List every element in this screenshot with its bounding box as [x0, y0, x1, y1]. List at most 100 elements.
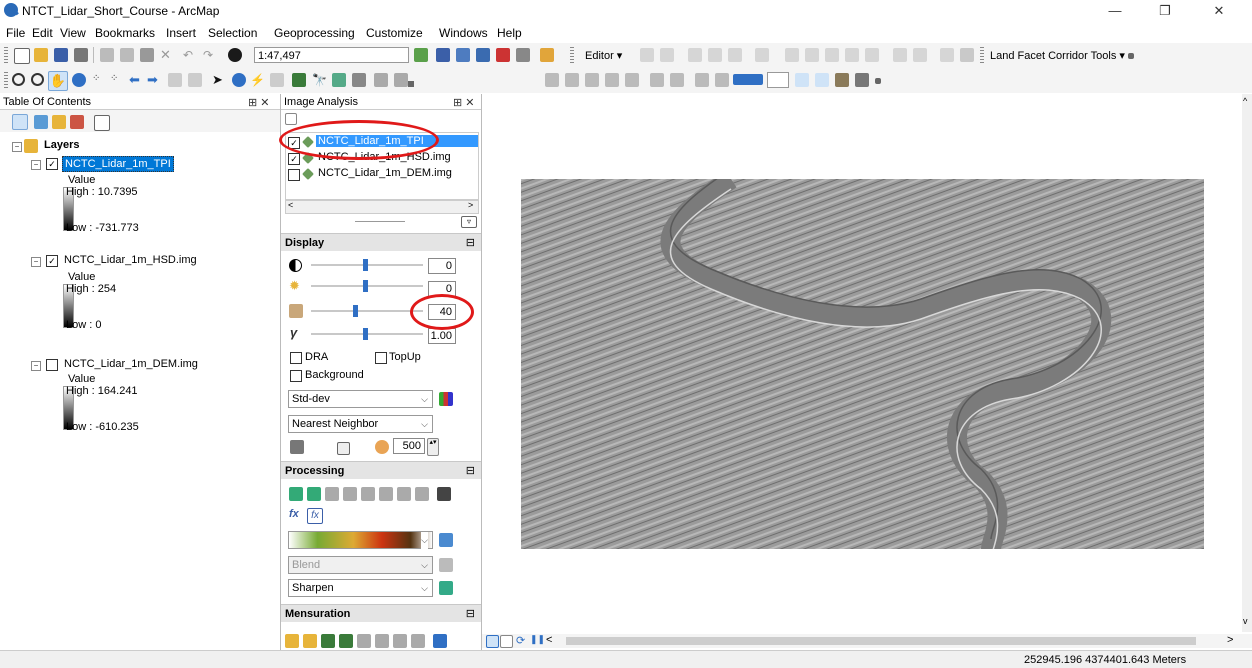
layout-view-icon[interactable] — [500, 635, 513, 648]
full-extent-icon[interactable] — [72, 73, 86, 87]
go-to-xy-icon[interactable] — [352, 73, 366, 87]
editor-menu[interactable]: Editor ▾ — [585, 49, 622, 62]
georef-tool-1-icon[interactable] — [545, 73, 559, 87]
edit-tool-icon[interactable] — [640, 48, 654, 62]
image-layer-3-name[interactable]: NCTC_Lidar_1m_DEM.img — [318, 167, 452, 179]
toolbar-grip[interactable] — [980, 47, 984, 63]
list-by-visibility-icon[interactable] — [52, 115, 66, 129]
clip-icon[interactable] — [289, 487, 303, 501]
select-by-graphics-icon[interactable] — [168, 73, 182, 87]
map-view[interactable] — [482, 94, 1242, 635]
end-point-arc-icon[interactable] — [708, 48, 722, 62]
scroll-left-icon[interactable]: < — [546, 634, 552, 646]
georef-tool-3-icon[interactable] — [585, 73, 599, 87]
map-scale-box[interactable]: 1:47,497 — [254, 47, 409, 63]
georef-tool-5-icon[interactable] — [625, 73, 639, 87]
toolbar-options-icon[interactable] — [408, 81, 414, 87]
image-analysis-pin-close-icon[interactable]: ⊞ ✕ — [453, 95, 475, 111]
pan-icon[interactable]: ✋ — [48, 71, 68, 91]
edit-annotation-icon[interactable] — [660, 48, 674, 62]
layout-tool-2-icon[interactable] — [815, 73, 829, 87]
height-tool-icon[interactable] — [285, 634, 299, 648]
layer-1-collapse-icon[interactable]: − — [31, 160, 41, 170]
georef-tool-8-icon[interactable] — [695, 73, 709, 87]
blend-dropdown[interactable]: Blend ⌵ — [288, 556, 433, 574]
collapse-sections-icon[interactable]: ▿ — [461, 216, 477, 228]
transparency-slider-track[interactable] — [311, 310, 423, 312]
pause-drawing-icon[interactable]: ❚❚ — [530, 634, 545, 648]
toolbar-options-icon[interactable] — [875, 78, 881, 84]
dra-checkbox[interactable] — [290, 352, 302, 364]
layout-tool-3-icon[interactable] — [835, 73, 849, 87]
editor-options-icon[interactable] — [960, 48, 974, 62]
copy-icon[interactable] — [120, 48, 134, 62]
magnifier-icon[interactable] — [375, 440, 389, 454]
rotate-tool-icon[interactable] — [865, 48, 879, 62]
histogram-icon[interactable] — [439, 392, 453, 406]
display-collapse-icon[interactable]: ⊟ — [466, 234, 475, 252]
color-swatch-icon[interactable] — [733, 74, 763, 85]
scroll-up-icon[interactable]: ^ — [1243, 96, 1247, 106]
magnifier-value[interactable]: 500 — [393, 438, 425, 454]
resampling-dropdown[interactable]: Nearest Neighbor ⌵ — [288, 415, 433, 433]
menu-geoprocessing[interactable]: Geoprocessing — [274, 26, 355, 40]
scroll-right-icon[interactable]: > — [1227, 634, 1233, 646]
zoom-to-resolution-icon[interactable] — [337, 442, 350, 455]
cut-icon[interactable] — [100, 48, 114, 62]
aspect-icon[interactable] — [415, 487, 429, 501]
scroll-left-icon[interactable]: < — [288, 200, 293, 210]
image-layer-3-checkbox[interactable] — [288, 169, 300, 181]
search-window-icon[interactable] — [476, 48, 490, 62]
layer-3-name[interactable]: NCTC_Lidar_1m_DEM.img — [64, 358, 198, 370]
menu-insert[interactable]: Insert — [166, 26, 196, 40]
sketch-properties-icon[interactable] — [913, 48, 927, 62]
attributes-icon[interactable] — [893, 48, 907, 62]
base-to-top-icon[interactable] — [303, 634, 317, 648]
layer-3-checkbox[interactable] — [46, 359, 58, 371]
land-facet-corridor-tools-menu[interactable]: Land Facet Corridor Tools ▾ — [990, 49, 1125, 62]
georef-layer-dropdown[interactable] — [767, 72, 789, 88]
toolbar-options-icon[interactable] — [1128, 53, 1134, 59]
forward-extent-icon[interactable]: ➡ — [147, 73, 161, 87]
options-icon[interactable] — [285, 113, 297, 125]
contrast-slider-thumb[interactable] — [363, 259, 368, 271]
distance-icon[interactable] — [357, 634, 371, 648]
layer-3-collapse-icon[interactable]: − — [31, 361, 41, 371]
time-slider-icon[interactable] — [374, 73, 388, 87]
hyperlink-icon[interactable]: ⚡ — [250, 73, 265, 87]
layer-1-checkbox[interactable]: ✓ — [46, 158, 58, 170]
point-location-icon[interactable] — [411, 634, 425, 648]
topup-checkbox[interactable] — [375, 352, 387, 364]
identify-icon[interactable] — [232, 73, 246, 87]
editor-toolbar-icon[interactable] — [414, 48, 428, 62]
menu-help[interactable]: Help — [497, 26, 522, 40]
paste-icon[interactable] — [140, 48, 154, 62]
layout-tool-4-icon[interactable] — [855, 73, 869, 87]
layer-2-collapse-icon[interactable]: − — [31, 257, 41, 267]
redo-icon[interactable]: ↷ — [203, 48, 217, 62]
straight-segment-icon[interactable] — [688, 48, 702, 62]
scroll-down-icon[interactable]: v — [1243, 616, 1248, 626]
transparency-slider-thumb[interactable] — [353, 305, 358, 317]
fixed-zoom-out-icon[interactable]: ⁘ — [110, 73, 124, 87]
arctoolbox-icon[interactable] — [496, 48, 510, 62]
color-ramp-dropdown[interactable]: ⌵ — [288, 531, 433, 549]
toolbar-grip[interactable] — [4, 72, 8, 88]
gamma-slider-thumb[interactable] — [363, 328, 368, 340]
toc-pin-close-icon[interactable]: ⊞ ✕ — [248, 95, 270, 111]
layout-tool-1-icon[interactable] — [795, 73, 809, 87]
top-to-shadow-icon[interactable] — [339, 634, 353, 648]
processing-collapse-icon[interactable]: ⊟ — [466, 462, 475, 480]
toolbar-grip[interactable] — [570, 47, 574, 63]
maximize-button[interactable]: ❐ — [1142, 0, 1188, 22]
toc-options-icon[interactable] — [94, 115, 110, 131]
menu-edit[interactable]: Edit — [32, 26, 53, 40]
menu-file[interactable]: File — [6, 26, 25, 40]
gamma-value[interactable]: 1.00 — [428, 328, 456, 344]
catalog-window-icon[interactable] — [456, 48, 470, 62]
close-button[interactable]: ✕ — [1196, 0, 1242, 22]
georef-tool-7-icon[interactable] — [670, 73, 684, 87]
map-vertical-scrollbar[interactable]: ^ v — [1242, 94, 1252, 632]
splitter[interactable]: ▿ — [285, 216, 477, 228]
mensuration-section-header[interactable]: Mensuration ⊟ — [281, 604, 481, 622]
